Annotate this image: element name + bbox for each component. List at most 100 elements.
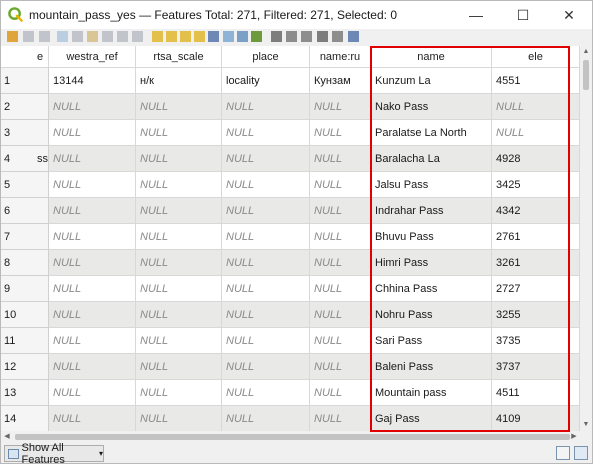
table-row[interactable]: 4 ss NULL NULL NULL NULL Baralacha La 4928 <box>1 146 580 172</box>
cell-ele[interactable]: 3261 <box>492 250 580 276</box>
cell-ele[interactable]: 4928 <box>492 146 580 172</box>
pan-to-selection-icon[interactable] <box>237 31 248 42</box>
toggle-multi-edit-icon[interactable] <box>23 31 34 42</box>
cell-rtsa-scale[interactable]: н/к <box>136 68 222 94</box>
cell-westra-ref[interactable]: NULL <box>49 94 136 120</box>
cell-ele[interactable]: 2761 <box>492 224 580 250</box>
cell-westra-ref[interactable]: NULL <box>49 328 136 354</box>
cell-westra-ref[interactable]: NULL <box>49 172 136 198</box>
cell-westra-ref[interactable]: NULL <box>49 406 136 431</box>
dock-icon[interactable] <box>348 31 359 42</box>
cell-rtsa-scale[interactable]: NULL <box>136 172 222 198</box>
form-view-button[interactable] <box>556 446 570 460</box>
cell-name[interactable]: Indrahar Pass <box>371 198 492 224</box>
cell-ele[interactable]: 3735 <box>492 328 580 354</box>
cell-name-ru[interactable]: Кунзам <box>310 68 371 94</box>
cell-name-ru[interactable]: NULL <box>310 172 371 198</box>
cell-westra-ref[interactable]: NULL <box>49 250 136 276</box>
cell-rtsa-scale[interactable]: NULL <box>136 120 222 146</box>
column-header-name[interactable]: name <box>371 46 492 68</box>
cell-name[interactable]: Sari Pass <box>371 328 492 354</box>
cell-name[interactable]: Gaj Pass <box>371 406 492 431</box>
cell-rtsa-scale[interactable]: NULL <box>136 146 222 172</box>
save-edits-icon[interactable] <box>39 31 50 42</box>
cell-rtsa-scale[interactable]: NULL <box>136 354 222 380</box>
paste-icon[interactable] <box>132 31 143 42</box>
cell-westra-ref[interactable]: NULL <box>49 354 136 380</box>
table-row[interactable]: 10 NULL NULL NULL NULL Nohru Pass 3255 <box>1 302 580 328</box>
cell-name[interactable]: Nako Pass <box>371 94 492 120</box>
cell-place[interactable]: NULL <box>222 198 310 224</box>
cut-icon[interactable] <box>102 31 113 42</box>
cell-rtsa-scale[interactable]: NULL <box>136 224 222 250</box>
table-view-button[interactable] <box>574 446 588 460</box>
row-number[interactable]: 3 <box>1 120 49 146</box>
close-button[interactable]: ✕ <box>546 1 592 29</box>
cell-ele[interactable]: 4551 <box>492 68 580 94</box>
table-row[interactable]: 11 NULL NULL NULL NULL Sari Pass 3735 <box>1 328 580 354</box>
select-all-icon[interactable] <box>166 31 177 42</box>
table-row[interactable]: 6 NULL NULL NULL NULL Indrahar Pass 4342 <box>1 198 580 224</box>
select-by-expression-icon[interactable] <box>152 31 163 42</box>
cell-name[interactable]: Nohru Pass <box>371 302 492 328</box>
row-number[interactable]: 14 <box>1 406 49 431</box>
conditional-format-icon[interactable] <box>317 31 328 42</box>
cell-place[interactable]: NULL <box>222 224 310 250</box>
table-row[interactable]: 12 NULL NULL NULL NULL Baleni Pass 3737 <box>1 354 580 380</box>
cell-rtsa-scale[interactable]: NULL <box>136 198 222 224</box>
column-header-partial[interactable]: e <box>37 46 49 68</box>
cell-westra-ref[interactable]: NULL <box>49 380 136 406</box>
cell-name[interactable]: Baralacha La <box>371 146 492 172</box>
cell-name-ru[interactable]: NULL <box>310 328 371 354</box>
table-row[interactable]: 13 NULL NULL NULL NULL Mountain pass 4511 <box>1 380 580 406</box>
row-number[interactable]: 5 <box>1 172 49 198</box>
table-row[interactable]: 9 NULL NULL NULL NULL Chhina Pass 2727 <box>1 276 580 302</box>
move-selection-top-icon[interactable] <box>223 31 234 42</box>
cell-name-ru[interactable]: NULL <box>310 94 371 120</box>
attribute-table[interactable]: e westra_ref rtsa_scale place name:ru name ele… <box>1 46 580 431</box>
cell-place[interactable]: NULL <box>222 380 310 406</box>
row-number[interactable]: 10 <box>1 302 49 328</box>
cell-ele[interactable]: 3425 <box>492 172 580 198</box>
table-row[interactable]: 14 NULL NULL NULL NULL Gaj Pass 4109 <box>1 406 580 431</box>
column-header-name-ru[interactable]: name:ru <box>310 46 371 68</box>
table-row[interactable]: 1 13144 н/к locality Кунзам Kunzum La 4551 <box>1 68 580 94</box>
cell-name-ru[interactable]: NULL <box>310 146 371 172</box>
cell-name-ru[interactable]: NULL <box>310 406 371 431</box>
zoom-to-selection-icon[interactable] <box>251 31 262 42</box>
column-header-rtsa-scale[interactable]: rtsa_scale <box>136 46 222 68</box>
cell-westra-ref[interactable]: NULL <box>49 198 136 224</box>
column-header-place[interactable]: place <box>222 46 310 68</box>
row-number[interactable]: 1 <box>1 68 49 94</box>
cell-place[interactable]: NULL <box>222 120 310 146</box>
filter-select-icon[interactable] <box>208 31 219 42</box>
show-features-filter-button[interactable]: Show All Features ▾ <box>4 442 104 463</box>
cell-ele[interactable]: 4342 <box>492 198 580 224</box>
row-number[interactable]: 9 <box>1 276 49 302</box>
add-feature-icon[interactable] <box>72 31 83 42</box>
table-row[interactable]: 5 NULL NULL NULL NULL Jalsu Pass 3425 <box>1 172 580 198</box>
horizontal-scroll-thumb[interactable] <box>15 434 570 440</box>
scroll-down-icon[interactable]: ▼ <box>580 419 592 431</box>
row-number[interactable]: 4 ss <box>1 146 49 172</box>
cell-name[interactable]: Kunzum La <box>371 68 492 94</box>
deselect-icon[interactable] <box>194 31 205 42</box>
field-calculator-icon[interactable] <box>301 31 312 42</box>
column-header-westra-ref[interactable]: westra_ref <box>49 46 136 68</box>
cell-name[interactable]: Mountain pass <box>371 380 492 406</box>
cell-westra-ref[interactable]: NULL <box>49 120 136 146</box>
table-row[interactable]: 8 NULL NULL NULL NULL Himri Pass 3261 <box>1 250 580 276</box>
cell-rtsa-scale[interactable]: NULL <box>136 406 222 431</box>
actions-icon[interactable] <box>332 31 343 42</box>
cell-place[interactable]: locality <box>222 68 310 94</box>
cell-ele[interactable]: 3737 <box>492 354 580 380</box>
cell-rtsa-scale[interactable]: NULL <box>136 250 222 276</box>
cell-name[interactable]: Paralatse La North <box>371 120 492 146</box>
cell-name[interactable]: Himri Pass <box>371 250 492 276</box>
cell-westra-ref[interactable]: NULL <box>49 276 136 302</box>
pencil-icon[interactable] <box>7 31 18 42</box>
row-number[interactable]: 6 <box>1 198 49 224</box>
cell-ele[interactable]: NULL <box>492 120 580 146</box>
new-field-icon[interactable] <box>271 31 282 42</box>
scroll-left-icon[interactable]: ◀ <box>1 431 13 443</box>
